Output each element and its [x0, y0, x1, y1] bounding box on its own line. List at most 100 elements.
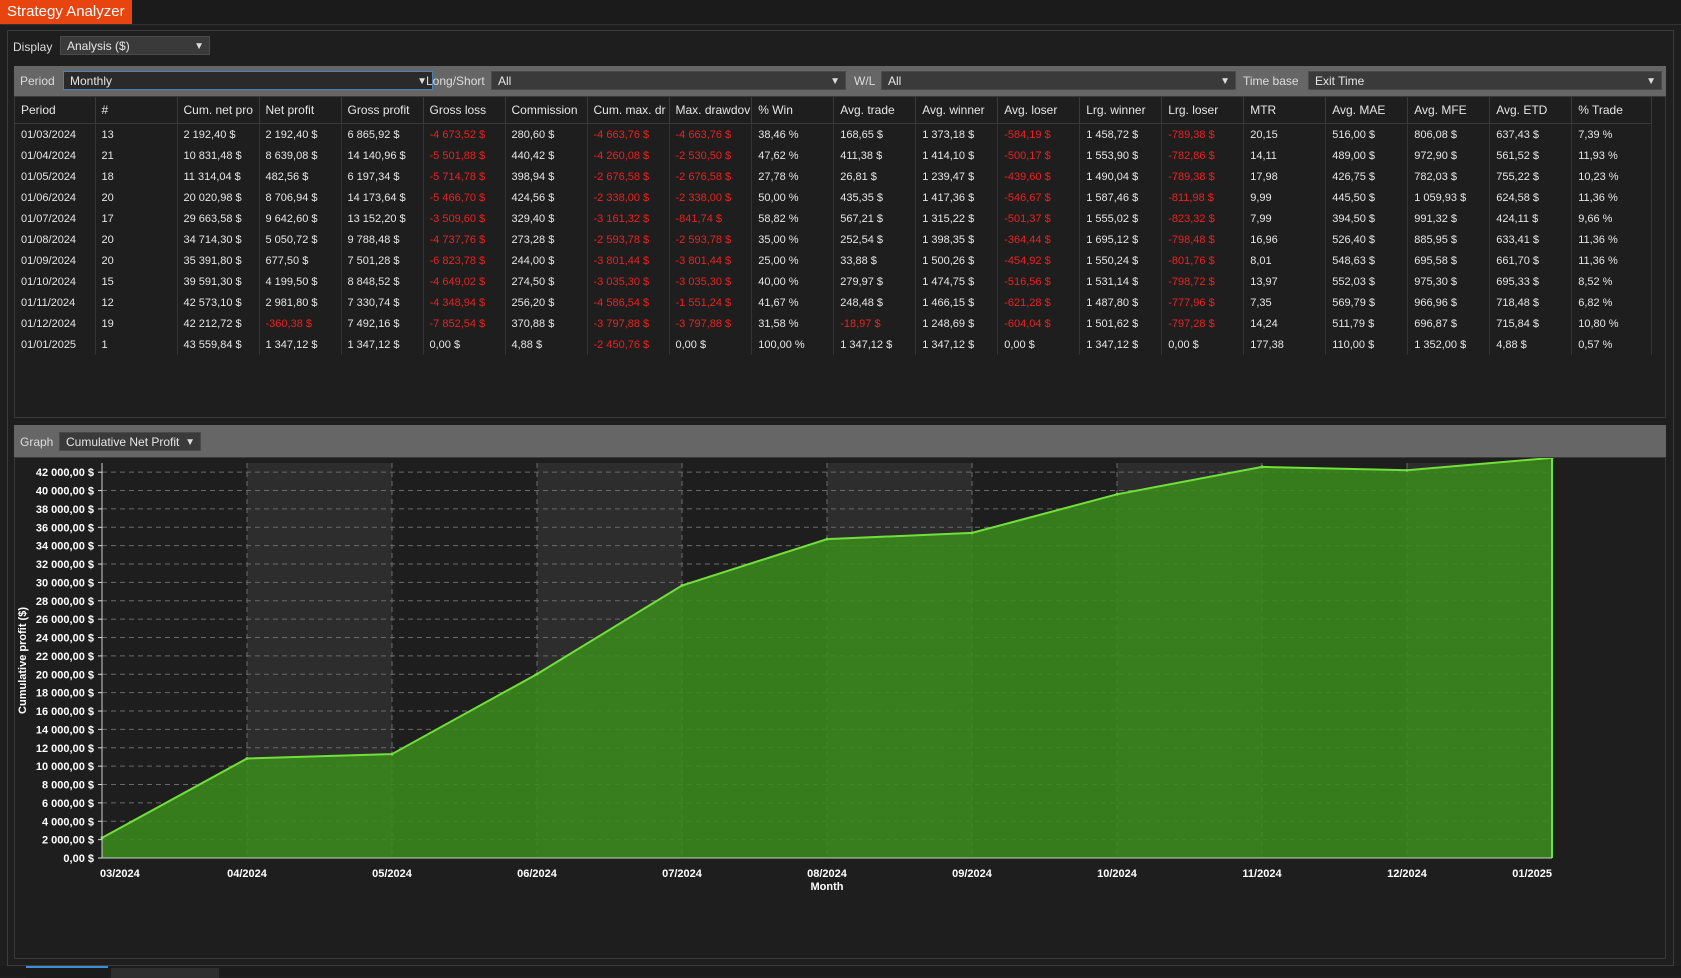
table-cell: 26,81 $	[833, 166, 917, 187]
table-cell: 280,60 $	[505, 123, 588, 145]
column-header[interactable]: Period	[15, 97, 96, 124]
x-axis-label: Month	[811, 881, 844, 893]
column-header[interactable]: Gross loss	[423, 97, 506, 124]
column-header[interactable]: Net profit	[259, 97, 342, 124]
table-cell: 966,96 $	[1407, 292, 1491, 313]
column-header[interactable]: Avg. MFE	[1407, 97, 1491, 124]
table-row[interactable]: 01/10/2024 15 39 591,30 $4 199,50 $8 848,5…	[15, 271, 1653, 292]
table-cell: -500,17 $	[997, 145, 1081, 166]
time-base-label: Time base	[1243, 74, 1299, 88]
table-row[interactable]: 01/04/2024 21 10 831,48 $8 639,08 $14 140,…	[15, 145, 1653, 166]
table-cell: 1 531,14 $	[1079, 271, 1163, 292]
table-cell: 35,00 %	[751, 229, 835, 250]
table-row[interactable]: 01/01/2025 1 43 559,84 $1 347,12 $1 347,12…	[15, 334, 1653, 355]
table-cell: 329,40 $	[505, 208, 588, 229]
performance-table-panel: Period # Cum. net pro Net profit Gross profi…	[14, 96, 1666, 418]
table-cell: 2 192,40 $	[177, 123, 260, 145]
period-select[interactable]: Monthly ▼	[63, 71, 433, 90]
app-title-tab[interactable]: Strategy Analyzer	[0, 0, 132, 24]
y-tick-label: 0,00 $	[63, 853, 94, 865]
table-cell: 34 714,30 $	[177, 229, 260, 250]
table-cell: 991,32 $	[1407, 208, 1491, 229]
column-header[interactable]: MTR	[1243, 97, 1327, 124]
wl-select[interactable]: All ▼	[881, 71, 1236, 90]
table-row[interactable]: 01/06/2024 20 20 020,98 $8 706,94 $14 173,…	[15, 187, 1653, 208]
table-row[interactable]: 01/12/2024 19 42 212,72 $ -360,38 $7 492,16…	[15, 313, 1653, 334]
column-header[interactable]: Avg. MAE	[1325, 97, 1409, 124]
data-point	[1405, 468, 1409, 472]
y-tick-label: 40 000,00 $	[36, 486, 94, 498]
column-header[interactable]: Avg. ETD	[1489, 97, 1573, 124]
table-cell: 4 199,50 $	[259, 271, 342, 292]
table-cell: -501,37 $	[997, 208, 1081, 229]
table-cell: 696,87 $	[1407, 313, 1491, 334]
table-cell: 42 212,72 $	[177, 313, 260, 334]
table-cell: 21	[95, 145, 178, 166]
table-cell: 8 848,52 $	[341, 271, 424, 292]
table-row[interactable]: 01/09/2024 20 35 391,80 $677,50 $7 501,28 …	[15, 250, 1653, 271]
long-short-select[interactable]: All ▼	[491, 71, 846, 90]
table-cell: 561,52 $	[1489, 145, 1573, 166]
graph-panel: 0,00 $ 2 000,00 $ 4 000,00 $ 6 000,00 $ 8 00…	[14, 456, 1666, 959]
table-row[interactable]: 01/05/2024 18 11 314,04 $482,56 $6 197,34 …	[15, 166, 1653, 187]
table-cell: 0,57 %	[1571, 334, 1653, 355]
table-cell: -4 586,54 $	[587, 292, 670, 313]
column-header[interactable]: % Trade	[1571, 97, 1653, 124]
table-cell: 01/04/2024	[15, 145, 96, 166]
table-cell: -841,74 $	[669, 208, 753, 229]
column-header[interactable]: % Win	[751, 97, 835, 124]
column-header[interactable]: Commission	[505, 97, 588, 124]
table-cell: -4 649,02 $	[423, 271, 506, 292]
table-row[interactable]: 01/07/2024 17 29 663,58 $9 642,60 $13 152,…	[15, 208, 1653, 229]
table-cell: 13,97	[1243, 271, 1327, 292]
add-tab-button[interactable]	[193, 968, 219, 978]
table-cell: -4 737,76 $	[423, 229, 506, 250]
table-cell: 1 587,46 $	[1079, 187, 1163, 208]
table-cell: 9,66 %	[1571, 208, 1653, 229]
table-row[interactable]: 01/03/2024 13 2 192,40 $2 192,40 $6 865,92…	[15, 123, 1653, 145]
column-header[interactable]: Lrg. loser	[1161, 97, 1245, 124]
table-cell: 10,80 %	[1571, 313, 1653, 334]
y-tick-label: 24 000,00 $	[36, 633, 94, 645]
chevron-down-icon: ▼	[1220, 76, 1230, 87]
column-header[interactable]: Avg. loser	[997, 97, 1081, 124]
column-header[interactable]: Cum. net pro	[177, 97, 260, 124]
table-cell: 11,36 %	[1571, 250, 1653, 271]
table-row[interactable]: 01/08/2024 20 34 714,30 $5 050,72 $9 788,4…	[15, 229, 1653, 250]
column-header[interactable]: Lrg. winner	[1079, 97, 1163, 124]
table-cell: 440,42 $	[505, 145, 588, 166]
analysis-tab-active[interactable]	[26, 968, 108, 978]
table-cell: 482,56 $	[259, 166, 342, 187]
table-cell: -3 035,30 $	[587, 271, 670, 292]
table-cell: 1 352,00 $	[1407, 334, 1491, 355]
table-cell: 8,01	[1243, 250, 1327, 271]
table-cell: 1 490,04 $	[1079, 166, 1163, 187]
y-tick-label: 16 000,00 $	[36, 706, 94, 718]
graph-label: Graph	[20, 435, 54, 449]
table-cell: 1 487,80 $	[1079, 292, 1163, 313]
table-cell: 1 347,12 $	[833, 334, 917, 355]
table-cell: -4 663,76 $	[669, 123, 753, 145]
y-tick-label: 6 000,00 $	[42, 798, 94, 810]
display-select[interactable]: Analysis ($) ▼	[60, 36, 210, 55]
analysis-tab[interactable]	[111, 968, 193, 978]
column-header[interactable]: Avg. winner	[915, 97, 999, 124]
graph-select[interactable]: Cumulative Net Profit ▼	[59, 432, 201, 451]
column-header[interactable]: Max. drawdov	[669, 97, 753, 124]
table-cell: 1 500,26 $	[915, 250, 999, 271]
column-header[interactable]: Cum. max. dr	[587, 97, 670, 124]
table-cell: 20 020,98 $	[177, 187, 260, 208]
table-cell: -4 260,08 $	[587, 145, 670, 166]
column-header[interactable]: #	[95, 97, 178, 124]
table-cell: 14,11	[1243, 145, 1327, 166]
table-cell: -2 450,76 $	[587, 334, 670, 355]
table-cell: 7 330,74 $	[341, 292, 424, 313]
table-row[interactable]: 01/11/2024 12 42 573,10 $2 981,80 $7 330,7…	[15, 292, 1653, 313]
table-cell: 435,35 $	[833, 187, 917, 208]
table-cell: 7,35	[1243, 292, 1327, 313]
time-base-select[interactable]: Exit Time ▼	[1308, 71, 1662, 90]
table-cell: -801,76 $	[1161, 250, 1245, 271]
table-cell: 11,93 %	[1571, 145, 1653, 166]
column-header[interactable]: Gross profit	[341, 97, 424, 124]
column-header[interactable]: Avg. trade	[833, 97, 917, 124]
